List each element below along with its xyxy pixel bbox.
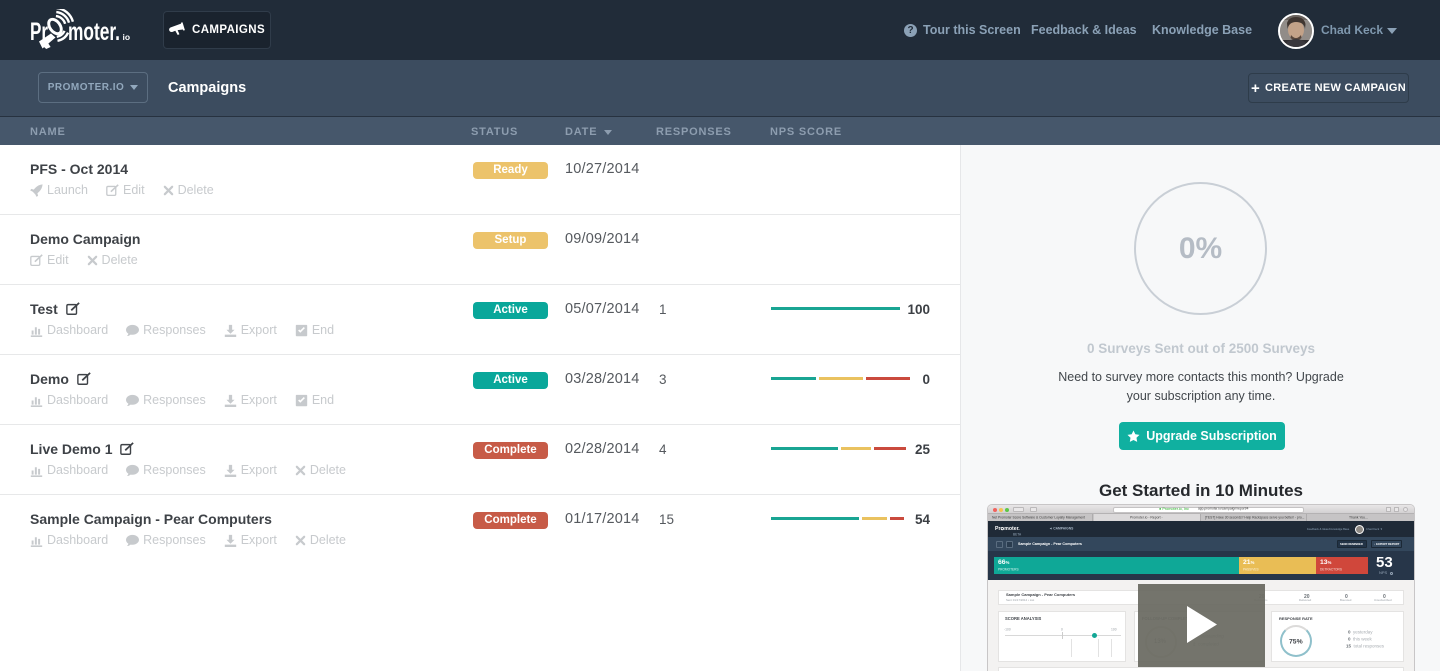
svg-text:io: io — [123, 32, 131, 42]
svg-text:moter.: moter. — [68, 18, 120, 46]
